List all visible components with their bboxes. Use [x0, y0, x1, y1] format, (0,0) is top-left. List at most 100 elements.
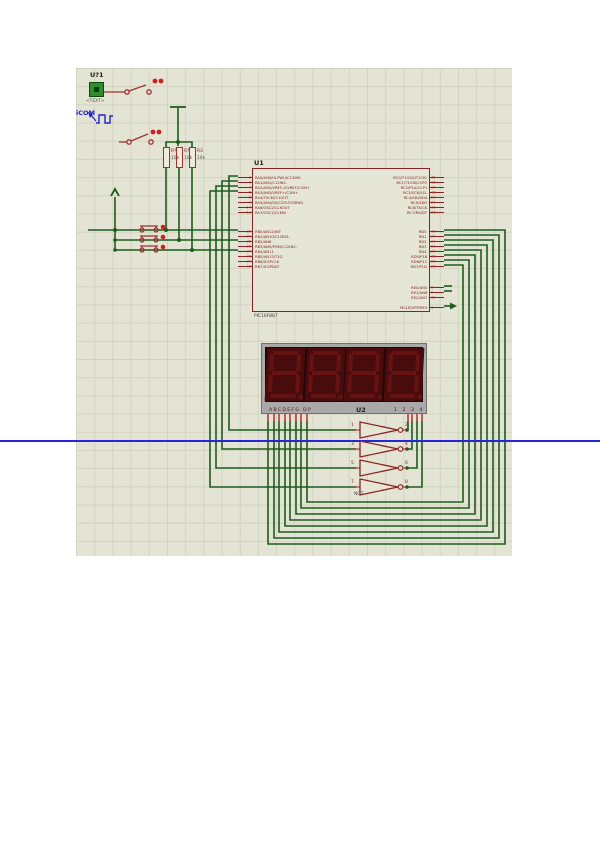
segment-dp — [417, 395, 421, 399]
segment-f — [309, 354, 314, 371]
segment-d — [350, 394, 375, 398]
digit-cell-4 — [383, 348, 423, 401]
pin-number: 36 — [246, 245, 252, 248]
proteus-canvas: U?1 <TEXT> iCOM R? 10k R? 10k R3 10k U1 … — [0, 0, 600, 848]
segment-g — [351, 371, 376, 375]
mcu-ref: U1 — [254, 159, 264, 167]
resistor-r2-ref: R? — [184, 148, 189, 153]
segment-e — [268, 375, 273, 392]
segment-a — [273, 351, 298, 355]
pin-number: 17 — [431, 186, 437, 189]
probe-ref: U?1 — [90, 71, 104, 79]
resistor-r3-value: 10k — [197, 155, 205, 160]
segment-b — [296, 354, 301, 371]
segment-dp — [338, 395, 342, 399]
seven-segment-display[interactable]: ABCDEFG DP 1 2 3 4 — [261, 343, 427, 414]
pin-number: 21 — [431, 240, 437, 243]
not4-input-pin-number: 7 — [351, 479, 354, 484]
segment-d — [389, 394, 414, 398]
pin-number: 24 — [431, 201, 437, 204]
resistor-r1[interactable] — [163, 147, 170, 168]
segment-c — [413, 375, 418, 392]
probe-sub-label: <TEXT> — [86, 98, 104, 103]
resistor-r1-ref: R? — [171, 148, 176, 153]
probe-component[interactable] — [89, 82, 104, 97]
segment-b — [414, 354, 419, 371]
digit-cell-1 — [265, 348, 305, 401]
segment-dp — [298, 395, 302, 399]
inverter-bank-ref: U2 — [356, 406, 366, 414]
pin-number: 33 — [246, 230, 252, 233]
mcu-pin-re2[interactable]: 10RE2/AN7 — [253, 295, 429, 300]
schematic-sheet[interactable] — [76, 68, 512, 556]
pin-name: RC5/SDO — [410, 201, 427, 204]
digit-cell-2 — [304, 348, 344, 401]
pin-name: RC6/TX/CK — [407, 206, 427, 209]
mcu-pin-rd7[interactable]: 30RD7/P1D — [253, 264, 429, 269]
pin-number: 39 — [246, 260, 252, 263]
pin-name: RC0/T1OSO/T1CKI — [394, 176, 427, 179]
pin-number: 16 — [431, 181, 437, 184]
mcu-pin-mclr[interactable]: 1MCLR/VPP/RE3 — [253, 305, 429, 310]
pin-number: 9 — [431, 291, 437, 294]
pin-number: 8 — [431, 286, 437, 289]
not1-input-pin-number: 1 — [351, 422, 354, 427]
pin-number: 35 — [246, 240, 252, 243]
pin-number: 25 — [431, 206, 437, 209]
not2-input-pin-number: 3 — [351, 441, 354, 446]
pin-number: 34 — [246, 235, 252, 238]
pin-name: RC7/RX/DT — [407, 211, 427, 214]
segment-g — [311, 371, 336, 375]
not3-input-pin-number: 5 — [351, 460, 354, 465]
pin-number: 27 — [431, 250, 437, 253]
pin-number: 10 — [431, 296, 437, 299]
pin-number: 14 — [246, 206, 252, 209]
segment-e — [347, 375, 352, 392]
resistor-r2-value: 10k — [184, 155, 192, 160]
pin-name: RD7/P1D — [411, 265, 427, 268]
mcu-pin-rc7[interactable]: 26RC7/RX/DT — [253, 210, 429, 215]
segment-c — [374, 375, 379, 392]
pin-number: 23 — [431, 196, 437, 199]
resistor-r3-ref: R3 — [197, 148, 203, 153]
pin-number: 18 — [431, 191, 437, 194]
pin-number: 7 — [246, 201, 252, 204]
display-segment-legend: ABCDEFG DP — [269, 407, 312, 412]
segment-f — [269, 354, 274, 371]
pin-name: RD4 — [419, 250, 427, 253]
pin-number: 1 — [431, 306, 437, 309]
pin-name: RD3 — [419, 245, 427, 248]
not2-output-pin-number: 4 — [405, 441, 408, 446]
pin-number: 19 — [431, 230, 437, 233]
pin-name: RD0 — [419, 230, 427, 233]
display-digit-legend: 1 2 3 4 — [394, 407, 424, 412]
pin-name: RE0/AN5 — [411, 286, 427, 289]
segment-a — [313, 351, 338, 355]
pin-name: RE2/AN7 — [411, 296, 427, 299]
segment-b — [335, 354, 340, 371]
pin-number: 26 — [431, 211, 437, 214]
pin-number: 30 — [431, 265, 437, 268]
not4-output-pin-number: 8 — [405, 479, 408, 484]
pin-number: 3 — [246, 181, 252, 184]
pin-number: 28 — [431, 255, 437, 258]
segment-a — [392, 351, 417, 355]
pin-number: 13 — [246, 211, 252, 214]
pin-number: 22 — [431, 245, 437, 248]
not1-output-pin-number: 2 — [405, 422, 408, 427]
pin-number: 38 — [246, 255, 252, 258]
pin-number: 20 — [431, 235, 437, 238]
pin-name: RC1/T1OSI/CCP2 — [397, 181, 428, 184]
pin-number: 2 — [246, 176, 252, 179]
probe-inner-square — [94, 87, 99, 92]
mcu-chip-body[interactable]: 2RA0/AN0/ULPWU/C12IN0-3RA1/AN1/C12IN1-4R… — [252, 168, 430, 312]
segment-a — [352, 351, 377, 355]
pin-number: 4 — [246, 186, 252, 189]
inverter-type-label: NOT — [354, 491, 363, 496]
segment-e — [308, 375, 313, 392]
display-digit-area — [265, 347, 423, 402]
pin-number: 37 — [246, 250, 252, 253]
segment-g — [390, 371, 415, 375]
pin-name: RD6/P1C — [411, 260, 427, 263]
mcu-part-number: PIC16F887 — [254, 313, 278, 318]
